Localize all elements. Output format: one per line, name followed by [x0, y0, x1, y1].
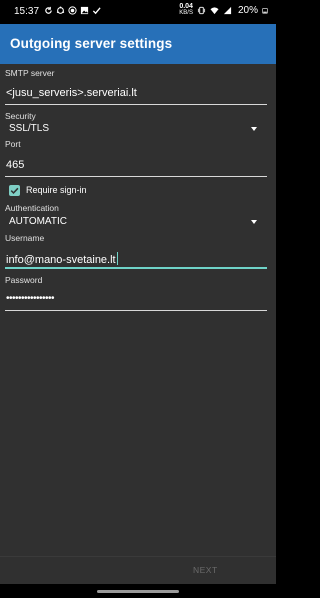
battery-percent: 20% [237, 4, 258, 16]
record-icon [68, 6, 77, 15]
settings-form: SMTP server <jusu_serveris>.serveriai.lt… [0, 64, 276, 556]
status-bar: 15:37 0.04 KB/S 20% [0, 0, 276, 24]
ubuntu-icon [56, 6, 65, 14]
text-cursor [116, 252, 118, 265]
security-select[interactable]: SSL/TLS [9, 123, 49, 134]
battery-icon [262, 7, 268, 13]
sync-icon [45, 6, 52, 14]
password-input[interactable]: •••••••••••••••• [6, 293, 55, 304]
username-underline [5, 267, 267, 269]
app-bar: Outgoing server settings [0, 24, 276, 64]
next-button[interactable]: NEXT [193, 565, 218, 575]
page-title: Outgoing server settings [10, 36, 173, 51]
authentication-label: Authentication [5, 203, 59, 213]
authentication-dropdown-icon[interactable] [251, 220, 257, 224]
username-value: info@mano-svetaine.lt [6, 254, 116, 266]
notification-icons [44, 6, 101, 15]
port-label: Port [5, 139, 21, 149]
password-underline [5, 310, 267, 311]
status-time: 15:37 [14, 6, 40, 17]
security-label: Security [5, 111, 36, 121]
port-underline [5, 176, 267, 177]
checkmark-icon [10, 187, 19, 194]
system-icons: 0.04 KB/S 20% [179, 3, 268, 16]
gesture-handle[interactable] [97, 590, 179, 593]
check-icon [92, 7, 101, 15]
signal-icon [223, 6, 232, 14]
net-speed-unit: KB/S [179, 10, 193, 16]
wifi-icon [210, 6, 219, 14]
authentication-select[interactable]: AUTOMATIC [9, 216, 67, 227]
port-input[interactable]: 465 [6, 159, 24, 171]
net-speed: 0.04 KB/S [179, 3, 193, 16]
vibrate-icon [197, 6, 206, 14]
password-label: Password [5, 275, 43, 285]
image-icon [80, 6, 89, 15]
smtp-server-label: SMTP server [5, 68, 55, 78]
security-dropdown-icon[interactable] [251, 127, 257, 131]
bottom-bar [0, 556, 276, 585]
smtp-server-input[interactable]: <jusu_serveris>.serveriai.lt [6, 87, 137, 99]
username-input[interactable]: info@mano-svetaine.lt [6, 252, 118, 266]
username-label: Username [5, 233, 45, 243]
require-signin-label[interactable]: Require sign-in [26, 185, 87, 195]
smtp-server-underline [5, 104, 267, 105]
require-signin-checkbox[interactable] [9, 185, 20, 196]
